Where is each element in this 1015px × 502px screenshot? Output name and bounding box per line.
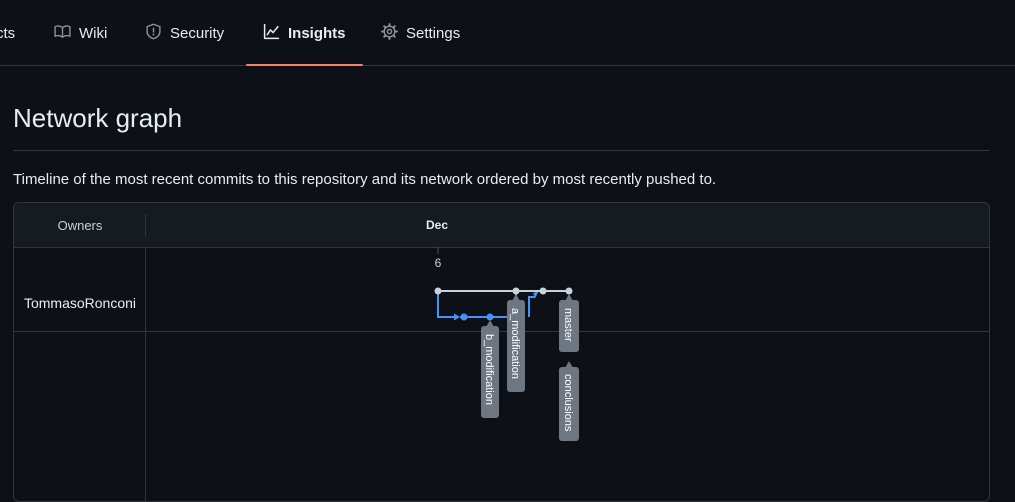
branch-label-b-modification[interactable]: b_modification [481,320,499,418]
tab-settings[interactable]: Settings [381,0,460,66]
commit-dot[interactable] [512,287,520,295]
commit-dot[interactable] [460,313,468,321]
branch-arrow [454,313,460,321]
merge-line-b [528,296,535,317]
title-divider [13,150,989,151]
commit-dot[interactable] [539,287,547,295]
network-graph[interactable]: Owners Dec TommasoRonconi 6 b_modificati… [13,202,990,502]
tab-insights-label: Insights [288,24,346,42]
page-description: Timeline of the most recent commits to t… [13,171,717,188]
shield-icon [145,23,162,44]
day-label: 6 [435,256,442,270]
branch-label-conclusions[interactable]: conclusions [559,361,579,441]
book-icon [54,23,71,44]
tab-wiki-label: Wiki [79,24,108,42]
branch-label-text: a_modification [509,308,521,379]
commit-graph-canvas: 6 b_modification a_modification master c… [434,247,579,441]
tab-projects[interactable]: cts [0,0,15,66]
graph-icon [263,23,280,44]
commit-dot[interactable] [434,287,442,295]
branch-label-text: b_modification [483,334,495,405]
commit-dot[interactable] [565,287,573,295]
tab-insights[interactable]: Insights [263,0,346,66]
branch-label-text: master [562,308,574,342]
page-title: Network graph [13,103,183,133]
branch-label-a-modification[interactable]: a_modification [507,294,525,392]
tab-settings-label: Settings [406,24,461,42]
commit-dot[interactable] [486,313,494,321]
active-tab-indicator [246,64,363,66]
tab-security[interactable]: Security [145,0,224,66]
repo-nav-tabs: cts Wiki Security Insights Settings [0,0,1015,66]
tab-wiki[interactable]: Wiki [54,0,107,66]
branch-label-text: conclusions [562,374,574,432]
tab-projects-label: cts [0,24,16,42]
branch-label-master[interactable]: master [559,294,579,352]
branch-line-start [437,291,456,318]
tab-security-label: Security [170,24,225,42]
gear-icon [381,22,398,44]
